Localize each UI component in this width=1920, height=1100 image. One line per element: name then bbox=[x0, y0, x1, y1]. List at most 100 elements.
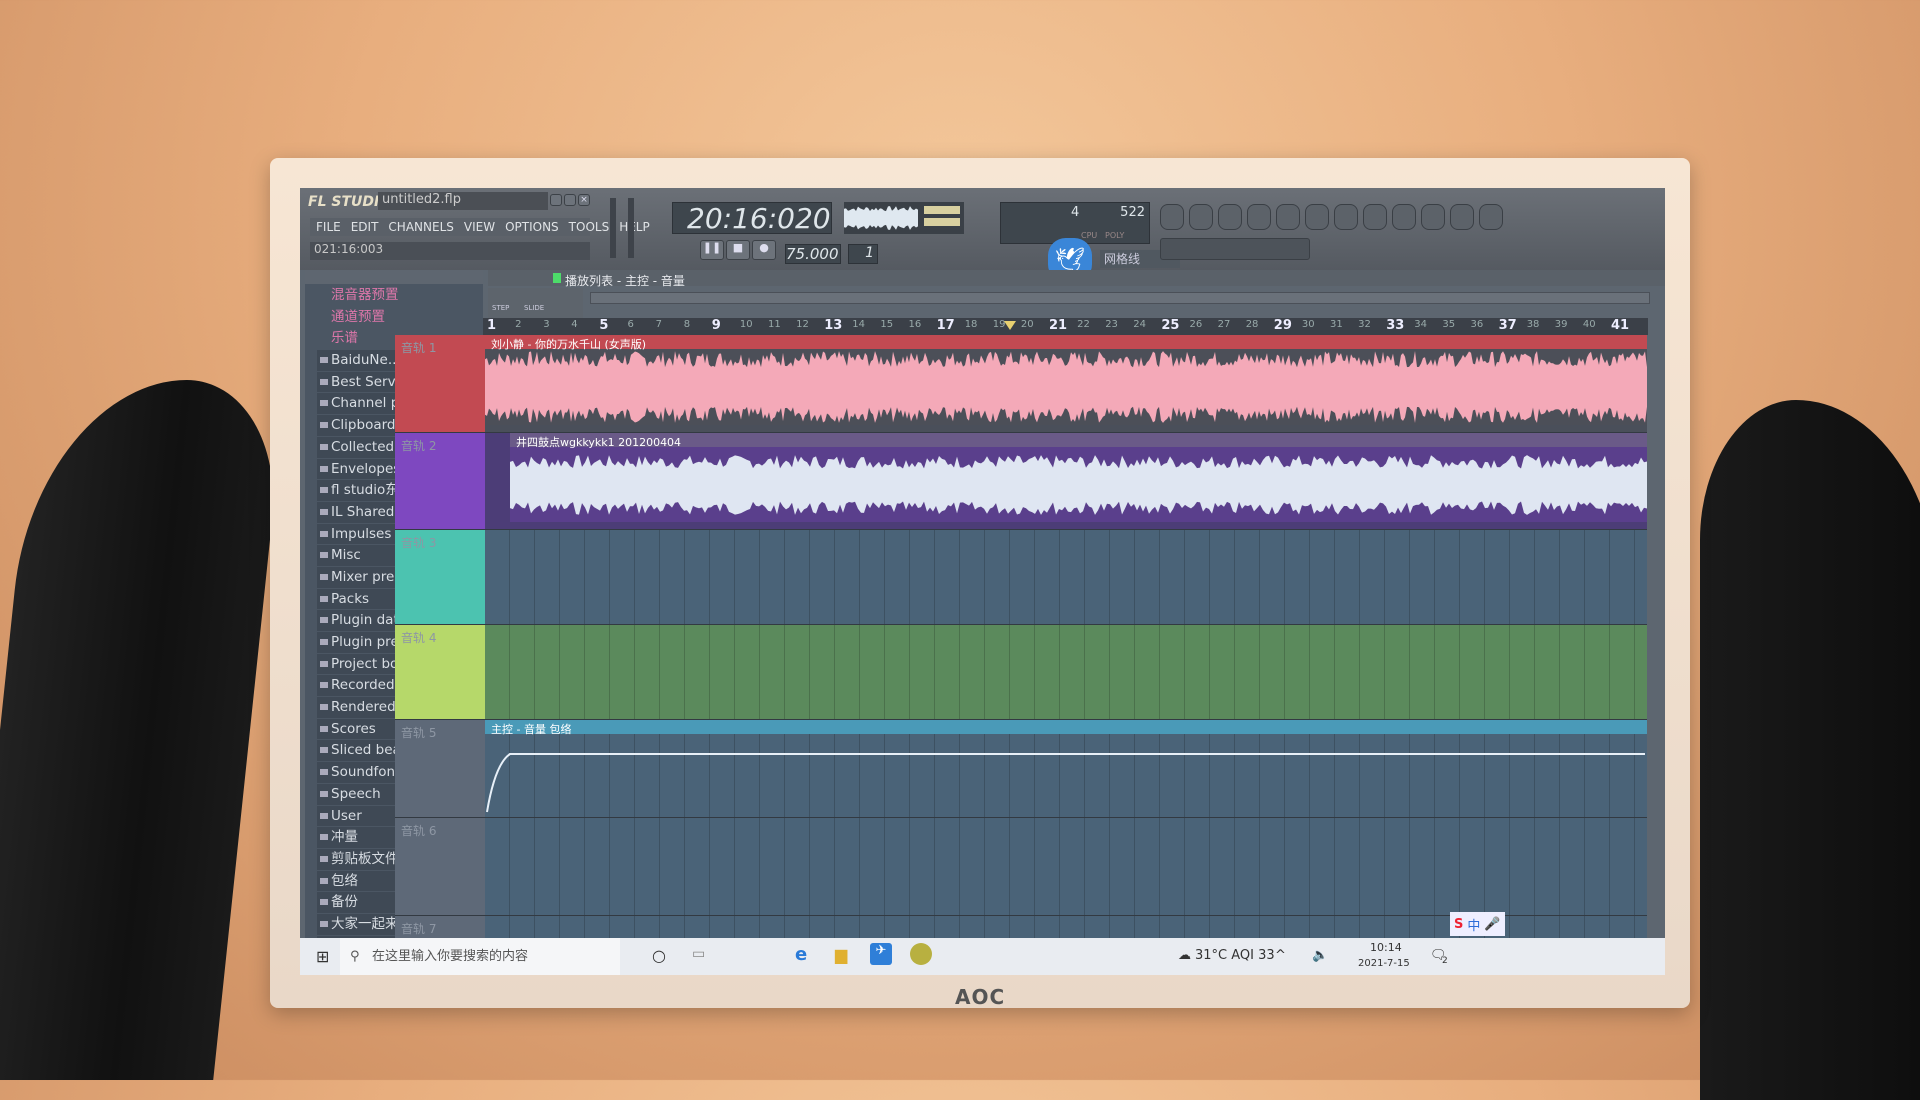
ruler-mark: 15 bbox=[880, 319, 894, 330]
poly-label: POLY bbox=[1105, 231, 1125, 240]
ruler-mark: 1 bbox=[487, 318, 497, 333]
ruler-mark: 31 bbox=[1330, 319, 1343, 330]
horizontal-scrollbar[interactable] bbox=[590, 292, 1650, 304]
ruler-mark: 38 bbox=[1526, 319, 1540, 330]
ruler-mark: 8 bbox=[683, 319, 691, 330]
toolbar-shortcut-icon[interactable] bbox=[1160, 204, 1184, 230]
search-placeholder: 在这里输入你要搜索的内容 bbox=[372, 949, 529, 964]
playlist-lane[interactable] bbox=[485, 530, 1647, 625]
record-button[interactable]: ● bbox=[752, 240, 776, 260]
pattern-display[interactable]: 1 bbox=[848, 244, 878, 264]
cpu-value: 4 bbox=[1071, 205, 1080, 220]
clip-name: 刘小静 - 你的万水千山 (女声版) bbox=[491, 338, 647, 351]
toolbar-shortcut-icon[interactable] bbox=[1218, 204, 1242, 230]
hint-bar bbox=[1160, 238, 1310, 260]
toolbar-shortcut-icon[interactable] bbox=[1334, 204, 1358, 230]
track-header[interactable]: 音轨 1 bbox=[395, 335, 485, 433]
screen: FL STUDIO untitled2.flp × FILE EDIT CHANNE… bbox=[300, 188, 1665, 975]
toolbar-shortcut-icon[interactable] bbox=[1247, 204, 1271, 230]
toolbar-shortcut-icon[interactable] bbox=[1305, 204, 1329, 230]
ruler-mark: 36 bbox=[1470, 319, 1484, 330]
track-header[interactable]: 音轨 6 bbox=[395, 818, 485, 916]
menu-item-view[interactable]: VIEW bbox=[464, 220, 495, 234]
track-name: 音轨 7 bbox=[401, 922, 437, 936]
file-explorer-icon[interactable]: ▆ bbox=[835, 945, 847, 964]
playlist-title[interactable]: 播放列表 - 主控 - 音量 bbox=[565, 272, 685, 289]
track-header[interactable]: 音轨 3 bbox=[395, 530, 485, 625]
browser-item[interactable]: 通道预置 bbox=[317, 307, 480, 328]
toolbar-shortcut-icon[interactable] bbox=[1421, 204, 1445, 230]
volume-icon[interactable]: 🔈 bbox=[1312, 948, 1328, 963]
toolbar-shortcut-icon[interactable] bbox=[1189, 204, 1213, 230]
ruler-mark: 5 bbox=[599, 318, 609, 333]
track-header[interactable]: 音轨 2 bbox=[395, 433, 485, 530]
toolbar-shortcut-icon[interactable] bbox=[1450, 204, 1474, 230]
ruler-mark: 25 bbox=[1161, 318, 1180, 333]
browser-item[interactable]: 混音器预置 bbox=[317, 285, 480, 306]
toolbar-shortcut-icon[interactable] bbox=[1479, 204, 1503, 230]
ruler-mark: 22 bbox=[1077, 319, 1090, 330]
menu-item-edit[interactable]: EDIT bbox=[351, 220, 379, 234]
restore-button[interactable] bbox=[564, 194, 576, 206]
ruler-mark: 3 bbox=[543, 319, 550, 330]
browser-header bbox=[305, 270, 483, 284]
notification-count: 2 bbox=[1442, 956, 1448, 966]
track-name: 音轨 4 bbox=[401, 631, 437, 645]
timeline-ruler[interactable]: 1 2 3 4 5 6 7 8 9 10 11 12 13 14 15 16 17 18 19 20 21 22 23 24 2… bbox=[483, 318, 1648, 335]
playhead-marker[interactable] bbox=[1004, 321, 1016, 330]
master-pitch-slider[interactable] bbox=[628, 198, 634, 258]
ime-mode[interactable]: 中 bbox=[1467, 915, 1480, 934]
minimize-button[interactable] bbox=[550, 194, 562, 206]
clock-date[interactable]: 2021-7-15 bbox=[1358, 958, 1410, 969]
stop-button[interactable]: ■ bbox=[726, 240, 750, 260]
clip-name: 井四鼓点wgkkykk1 201200404 bbox=[516, 436, 682, 449]
weather-text[interactable]: 31°C AQI 33 bbox=[1195, 948, 1275, 963]
step-option[interactable]: STEP bbox=[492, 304, 509, 312]
toolbar-shortcut-icon[interactable] bbox=[1363, 204, 1387, 230]
cpu-label: CPU bbox=[1081, 231, 1098, 240]
window-shortcut-buttons bbox=[1160, 204, 1503, 230]
chevron-up-icon[interactable]: ^ bbox=[1275, 948, 1286, 963]
clip-name: 主控 - 音量 包络 bbox=[491, 723, 572, 736]
master-volume-slider[interactable] bbox=[610, 198, 616, 258]
feishu-taskbar-icon[interactable]: ✈ bbox=[870, 943, 892, 965]
automation-curve bbox=[486, 753, 1645, 813]
ruler-mark: 13 bbox=[824, 318, 843, 333]
clock-time[interactable]: 10:14 bbox=[1370, 941, 1402, 954]
menu-item-tools[interactable]: TOOLS bbox=[569, 220, 610, 234]
ime-toolbar[interactable]: S 中 🎤 bbox=[1450, 912, 1505, 936]
window-controls: × bbox=[550, 194, 590, 206]
ruler-mark: 35 bbox=[1442, 319, 1456, 330]
track-header[interactable]: 音轨 4 bbox=[395, 625, 485, 720]
cortana-icon[interactable]: ○ bbox=[652, 946, 666, 965]
taskbar-search[interactable]: ⚲ 在这里输入你要搜索的内容 bbox=[340, 938, 620, 975]
tempo-display[interactable]: 75.000 bbox=[785, 244, 841, 264]
ruler-mark: 20 bbox=[1020, 319, 1034, 330]
menu-item-help[interactable]: HELP bbox=[619, 220, 650, 234]
monitor-brand: AOC bbox=[955, 985, 1006, 1009]
close-button[interactable]: × bbox=[578, 194, 590, 206]
edge-icon[interactable]: e bbox=[795, 944, 807, 965]
menu-item-options[interactable]: OPTIONS bbox=[505, 220, 559, 234]
playlist-lane[interactable] bbox=[485, 818, 1647, 916]
pause-button[interactable]: ❚❚ bbox=[700, 240, 724, 260]
windows-start-icon[interactable]: ⊞ bbox=[316, 947, 329, 966]
toolbar-shortcut-icon[interactable] bbox=[1392, 204, 1416, 230]
task-view-icon[interactable]: ▭ bbox=[692, 946, 705, 962]
fl-studio-taskbar-icon[interactable] bbox=[910, 943, 932, 965]
ruler-mark: 11 bbox=[768, 319, 781, 330]
menu-item-channels[interactable]: CHANNELS bbox=[388, 220, 453, 234]
ruler-mark: 41 bbox=[1611, 318, 1630, 333]
ruler-mark: 33 bbox=[1386, 318, 1405, 333]
ruler-mark: 39 bbox=[1554, 319, 1568, 330]
menu-item-file[interactable]: FILE bbox=[316, 220, 341, 234]
playlist-clip[interactable]: 主控 - 音量 包络 bbox=[485, 720, 1647, 814]
ruler-mark: 28 bbox=[1245, 319, 1259, 330]
playlist-clip[interactable]: 井四鼓点wgkkykk1 201200404 bbox=[510, 433, 1647, 522]
slide-option[interactable]: SLIDE bbox=[524, 304, 544, 312]
track-header[interactable]: 音轨 5 bbox=[395, 720, 485, 818]
waveform bbox=[485, 351, 1647, 423]
toolbar-shortcut-icon[interactable] bbox=[1276, 204, 1300, 230]
playlist-lane[interactable] bbox=[485, 625, 1647, 720]
playlist-clip[interactable]: 刘小静 - 你的万水千山 (女声版) bbox=[485, 335, 1647, 425]
